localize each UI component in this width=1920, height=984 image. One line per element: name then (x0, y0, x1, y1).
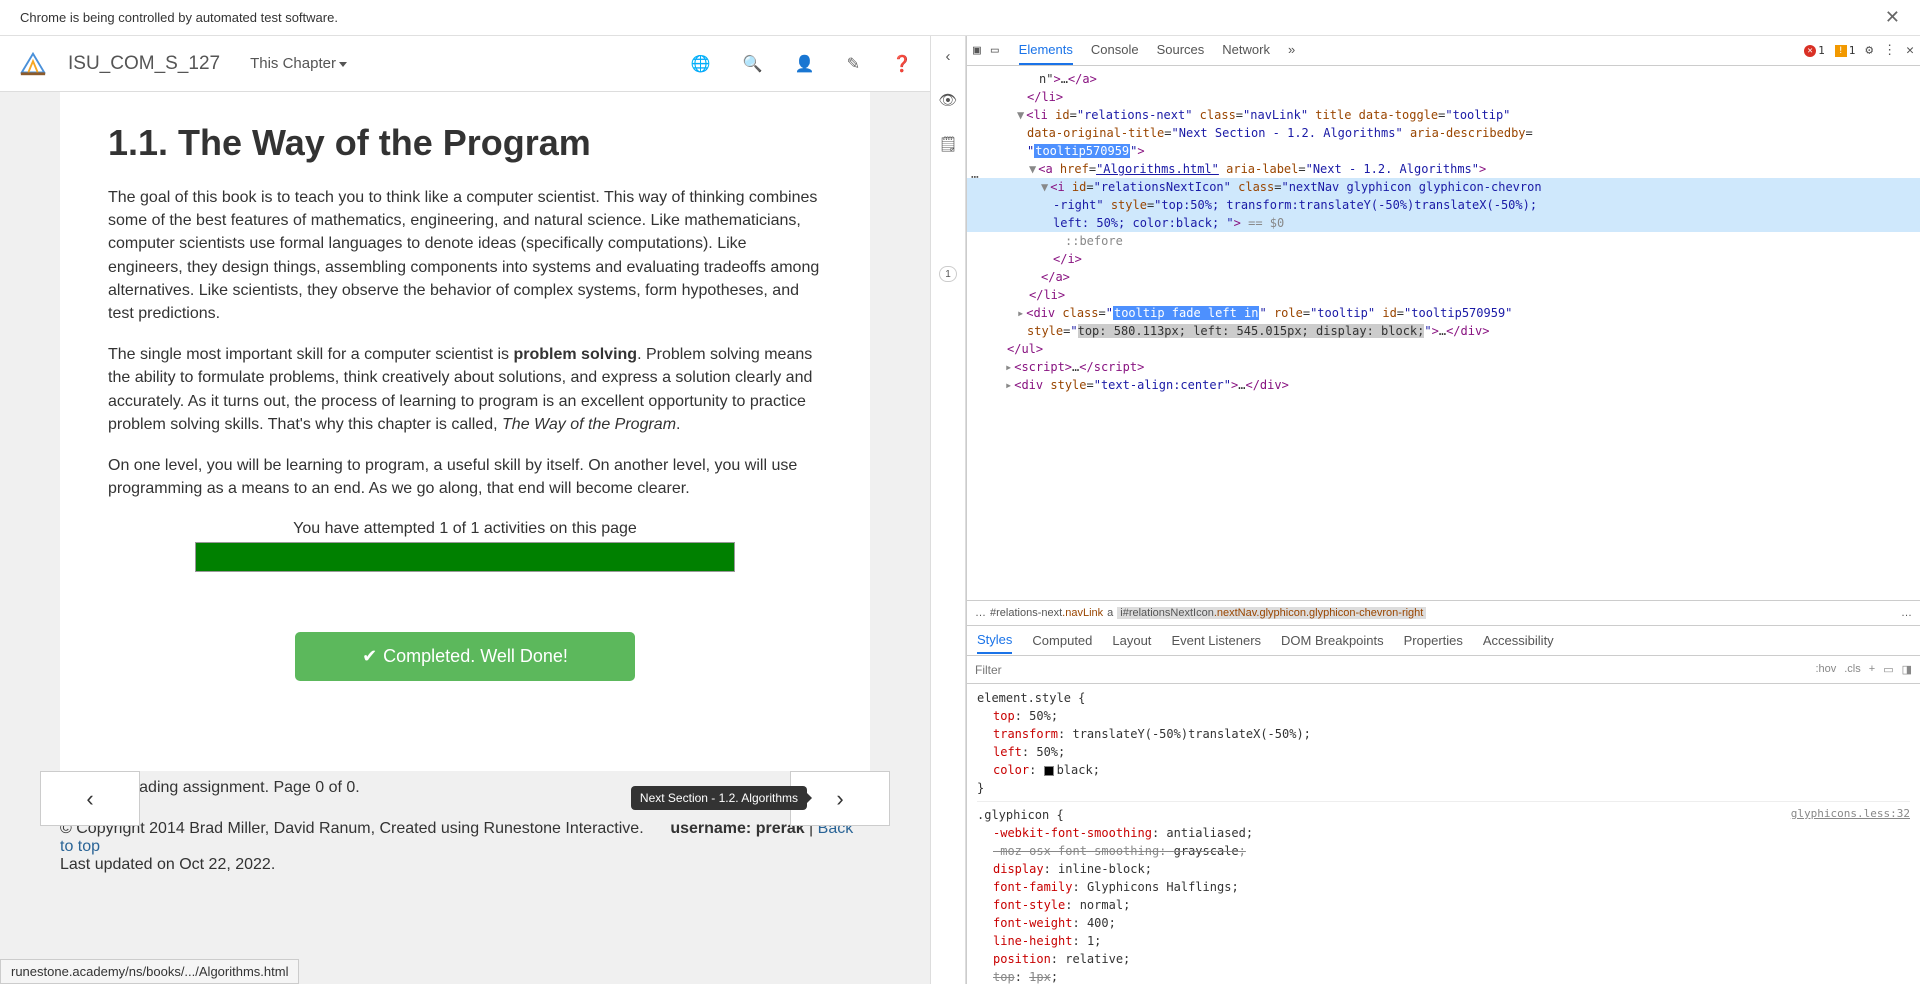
plus-icon[interactable]: + (1869, 663, 1875, 676)
chapter-dropdown[interactable]: This Chapter (250, 55, 347, 72)
tab-dom-breakpoints[interactable]: DOM Breakpoints (1281, 633, 1384, 648)
chevron-right-icon: › (836, 786, 843, 812)
styles-tabs: Styles Computed Layout Event Listeners D… (967, 626, 1920, 656)
warn-badge[interactable]: !1 (1835, 44, 1856, 57)
elements-panel[interactable]: ⋯ n">…</a> </li> ▼<li id="relations-next… (967, 66, 1920, 600)
paragraph: The single most important skill for a co… (108, 343, 822, 436)
gear-icon[interactable]: ⚙ (1865, 43, 1873, 58)
tab-console[interactable]: Console (1091, 36, 1139, 65)
styles-filter: :hov .cls + ▭ ◨ (967, 656, 1920, 684)
paragraph: On one level, you will be learning to pr… (108, 454, 822, 500)
page-controls: ‹ Finished reading assignment. Page 0 of… (60, 771, 870, 805)
paragraph: The goal of this book is to teach you to… (108, 186, 822, 325)
side-rail: ‹ 👁 🗒 1 (930, 36, 966, 984)
tab-sources[interactable]: Sources (1157, 36, 1205, 65)
tooltip: Next Section - 1.2. Algorithms (631, 786, 807, 810)
kebab-icon[interactable]: ⋮ (1883, 43, 1896, 58)
completed-button[interactable]: ✔Completed. Well Done! (295, 632, 635, 681)
search-icon[interactable]: 🔍 (743, 54, 763, 74)
device-icon[interactable]: ▭ (991, 43, 999, 58)
page-pane: ISU_COM_S_127 This Chapter 🌐 🔍 👤 ✎ ❓ 1.1… (0, 36, 930, 984)
edit-icon[interactable]: ✎ (847, 54, 860, 74)
tab-styles[interactable]: Styles (977, 627, 1012, 654)
navbar: ISU_COM_S_127 This Chapter 🌐 🔍 👤 ✎ ❓ (0, 36, 930, 92)
window-icon[interactable]: ▭ (1883, 663, 1893, 676)
course-name[interactable]: ISU_COM_S_127 (68, 53, 220, 75)
status-bar: runestone.academy/ns/books/.../Algorithm… (0, 959, 299, 984)
automation-bar: Chrome is being controlled by automated … (0, 0, 1920, 36)
styles-panel[interactable]: element.style { top: 50%; transform: tra… (967, 684, 1920, 984)
hov-toggle[interactable]: :hov (1815, 663, 1836, 676)
error-badge[interactable]: ✕1 (1804, 44, 1825, 57)
tab-computed[interactable]: Computed (1032, 633, 1092, 648)
content-card: 1.1. The Way of the Program The goal of … (60, 92, 870, 771)
cls-toggle[interactable]: .cls (1844, 663, 1861, 676)
devtools: ▣ ▭ Elements Console Sources Network » ✕… (966, 36, 1920, 984)
note-icon[interactable]: 🗒 (936, 132, 960, 156)
tab-network[interactable]: Network (1222, 36, 1270, 65)
caret-down-icon (339, 62, 347, 67)
tab-accessibility[interactable]: Accessibility (1483, 633, 1554, 648)
tab-event-listeners[interactable]: Event Listeners (1171, 633, 1261, 648)
close-icon[interactable]: ✕ (1885, 7, 1900, 28)
globe-icon[interactable]: 🌐 (691, 54, 711, 74)
filter-input[interactable] (975, 663, 1815, 677)
chevron-left-icon[interactable]: ‹ (936, 44, 960, 68)
devtools-toolbar: ▣ ▭ Elements Console Sources Network » ✕… (967, 36, 1920, 66)
next-button[interactable]: Next Section - 1.2. Algorithms › (790, 771, 890, 826)
eye-off-icon[interactable]: 👁 (936, 88, 960, 112)
runestone-logo[interactable] (18, 49, 48, 79)
footer: © Copyright 2014 Brad Miller, David Ranu… (60, 820, 870, 874)
progress-bar (195, 542, 735, 572)
help-icon[interactable]: ❓ (892, 54, 912, 74)
check-icon: ✔ (362, 646, 377, 666)
inspect-icon[interactable]: ▣ (973, 43, 981, 58)
badge-one: 1 (939, 266, 957, 282)
page-title: 1.1. The Way of the Program (108, 122, 822, 164)
tab-properties[interactable]: Properties (1404, 633, 1463, 648)
close-icon[interactable]: ✕ (1906, 43, 1914, 58)
tab-layout[interactable]: Layout (1112, 633, 1151, 648)
breadcrumb[interactable]: … #relations-next.navLink a i#relationsN… (967, 600, 1920, 626)
automation-msg: Chrome is being controlled by automated … (20, 10, 338, 25)
tab-elements[interactable]: Elements (1019, 36, 1073, 65)
tab-more[interactable]: » (1288, 36, 1295, 65)
prev-button[interactable]: ‹ (40, 771, 140, 826)
panel-icon[interactable]: ◨ (1902, 663, 1912, 676)
progress-label: You have attempted 1 of 1 activities on … (108, 520, 822, 538)
chevron-left-icon: ‹ (86, 786, 93, 812)
user-icon[interactable]: 👤 (795, 54, 815, 74)
